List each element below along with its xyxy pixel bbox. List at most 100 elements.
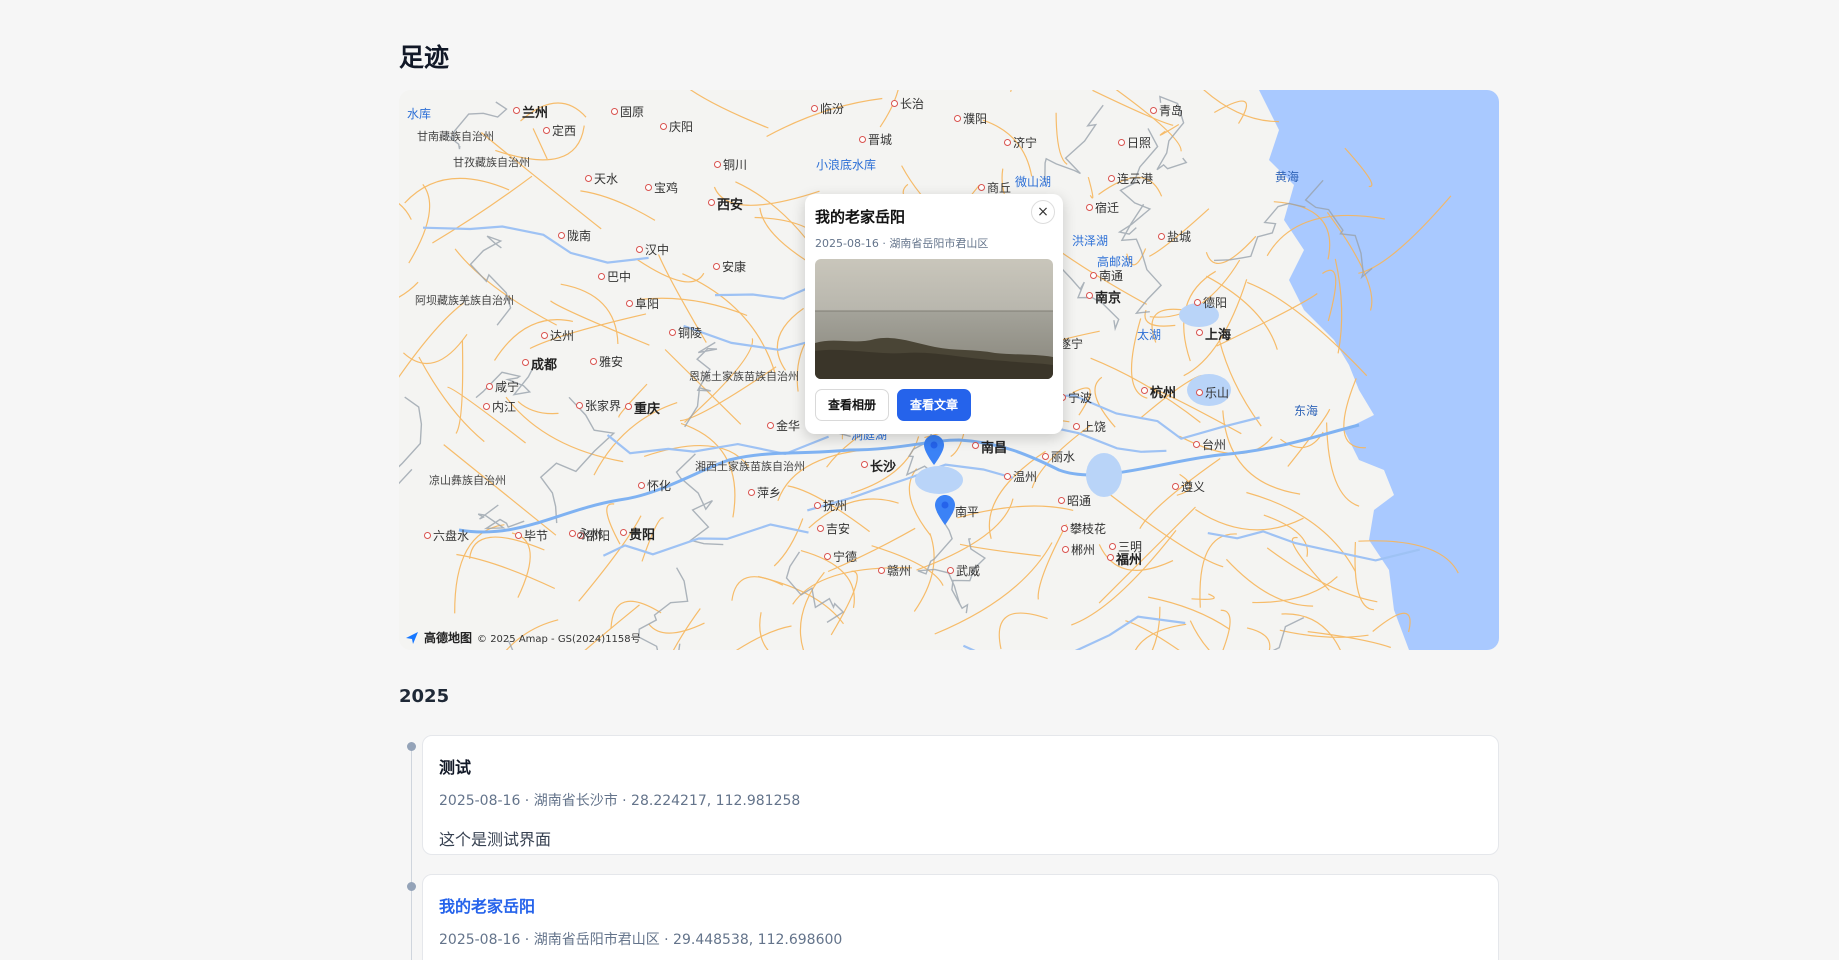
map-place-label: 盐城 [1167, 230, 1192, 244]
map-marker-yueyang[interactable] [924, 435, 944, 465]
map-place-label: 上海 [1205, 328, 1232, 343]
city-marker-dot [1172, 483, 1179, 490]
map-place-label: 安康 [722, 260, 747, 274]
map-place-label: 巴中 [607, 270, 632, 284]
city-marker-dot [543, 127, 550, 134]
city-marker-dot [954, 115, 961, 122]
view-album-button[interactable]: 查看相册 [815, 389, 890, 421]
close-icon[interactable]: × [1031, 200, 1055, 224]
map-place-label: 台州 [1202, 438, 1227, 452]
map-place-label: 陇南 [567, 229, 592, 243]
city-marker-dot [638, 482, 645, 489]
city-marker-dot [1058, 497, 1065, 504]
city-marker-dot [660, 123, 667, 130]
map-copyright: © 2025 Amap - GS(2024)1158号 [477, 634, 641, 645]
timeline-card[interactable]: 我的老家岳阳 2025-08-16 · 湖南省岳阳市君山区 · 29.44853… [422, 874, 1499, 960]
city-marker-dot [522, 359, 529, 366]
map-place-label: 铜陵 [678, 326, 703, 340]
map-place-label: 宿迁 [1095, 201, 1120, 215]
map-place-label: 六盘水 [433, 529, 470, 543]
map-place-label: 小浪底水库 [816, 158, 877, 172]
city-marker-dot [1150, 107, 1157, 114]
card-title-link[interactable]: 我的老家岳阳 [439, 893, 1482, 917]
city-marker-dot [714, 161, 721, 168]
map-place-label: 微山湖 [1015, 175, 1052, 189]
city-marker-dot [817, 525, 824, 532]
timeline-dot [407, 742, 416, 751]
map-place-label: 湘西土家族苗族自治州 [695, 460, 805, 473]
city-marker-dot [811, 105, 818, 112]
city-marker-dot [1158, 233, 1165, 240]
city-marker-dot [1004, 139, 1011, 146]
timeline-dot [407, 882, 416, 891]
view-article-button[interactable]: 查看文章 [897, 389, 972, 421]
map-place-label: 南京 [1095, 291, 1122, 306]
map-place-label: 青岛 [1159, 104, 1184, 118]
map-place-label: 洪泽湖 [1072, 234, 1109, 248]
map-place-label: 赣州 [887, 564, 912, 578]
map-place-label: 上饶 [1082, 420, 1107, 434]
map-place-label: 太湖 [1137, 328, 1162, 342]
city-marker-dot [569, 530, 576, 537]
city-marker-dot [1042, 453, 1049, 460]
city-marker-dot [814, 502, 821, 509]
map-place-label: 张家界 [585, 399, 622, 413]
city-marker-dot [1086, 204, 1093, 211]
map-place-label: 高邮湖 [1097, 255, 1134, 269]
map-place-label: 贵阳 [629, 528, 656, 543]
map-marker-changsha[interactable] [935, 495, 955, 525]
city-marker-dot [1109, 543, 1116, 550]
card-body: 这个是测试界面 [439, 830, 552, 849]
page-title: 足迹 [399, 43, 450, 72]
map-place-label: 怀化 [647, 479, 672, 493]
map-place-label: 三明 [1118, 540, 1143, 554]
card-title[interactable]: 测试 [439, 754, 1482, 778]
city-marker-dot [1061, 525, 1068, 532]
city-marker-dot [645, 184, 652, 191]
map-place-label: 成都 [531, 358, 558, 373]
map-place-label: 西安 [717, 198, 744, 213]
city-marker-dot [1196, 389, 1203, 396]
city-marker-dot [1141, 387, 1148, 394]
map-place-label: 固原 [620, 105, 645, 119]
map-place-label: 毕节 [524, 529, 549, 543]
map-place-label: 连云港 [1117, 172, 1154, 186]
map-place-label: 吉安 [826, 522, 851, 536]
map-place-label: 黄海 [1275, 170, 1300, 184]
amap-logo-icon [406, 631, 418, 644]
map-place-label: 遵义 [1181, 480, 1206, 494]
city-marker-dot [878, 567, 885, 574]
map-place-label: 恩施土家族苗族自治州 [689, 370, 799, 383]
city-marker-dot [978, 184, 985, 191]
city-marker-dot [1004, 473, 1011, 480]
city-marker-dot [620, 529, 627, 536]
map-place-label: 武威 [956, 564, 981, 578]
map-place-label: 汉中 [645, 243, 670, 257]
map-place-label: 宝鸡 [654, 181, 679, 195]
city-marker-dot [1194, 299, 1201, 306]
map-place-label: 昭通 [1067, 494, 1092, 508]
map-place-label: 宁德 [833, 550, 858, 564]
map-place-label: 铜川 [723, 158, 748, 172]
map-place-label: 水库 [407, 107, 432, 121]
map-place-label: 东海 [1294, 404, 1319, 418]
map-place-label: 凉山彝族自治州 [429, 474, 506, 487]
map-place-label: 阜阳 [635, 297, 660, 311]
map-place-label: 兰州 [522, 106, 549, 121]
year-heading: 2025 [399, 686, 450, 707]
city-marker-dot [708, 199, 715, 206]
city-marker-dot [611, 108, 618, 115]
map-place-label: 济宁 [1013, 136, 1038, 150]
map-place-label: 濮阳 [963, 112, 988, 126]
map-provider-logo: 高德地图 [424, 631, 473, 645]
map-place-label: 内江 [492, 400, 517, 414]
map-place-label: 抚州 [823, 499, 848, 513]
card-meta: 2025-08-16 · 湖南省长沙市 · 28.224217, 112.981… [439, 793, 801, 809]
popup-photo[interactable] [815, 259, 1053, 379]
city-marker-dot [515, 532, 522, 539]
map-place-label: 德阳 [1203, 296, 1228, 310]
timeline-line [411, 744, 412, 960]
map-place-label: 定西 [552, 124, 577, 138]
location-popup: 我的老家岳阳 2025-08-16 · 湖南省岳阳市君山区 × 查看相册 查看文 [805, 194, 1063, 434]
timeline-card[interactable]: 测试 2025-08-16 · 湖南省长沙市 · 28.224217, 112.… [422, 735, 1499, 855]
